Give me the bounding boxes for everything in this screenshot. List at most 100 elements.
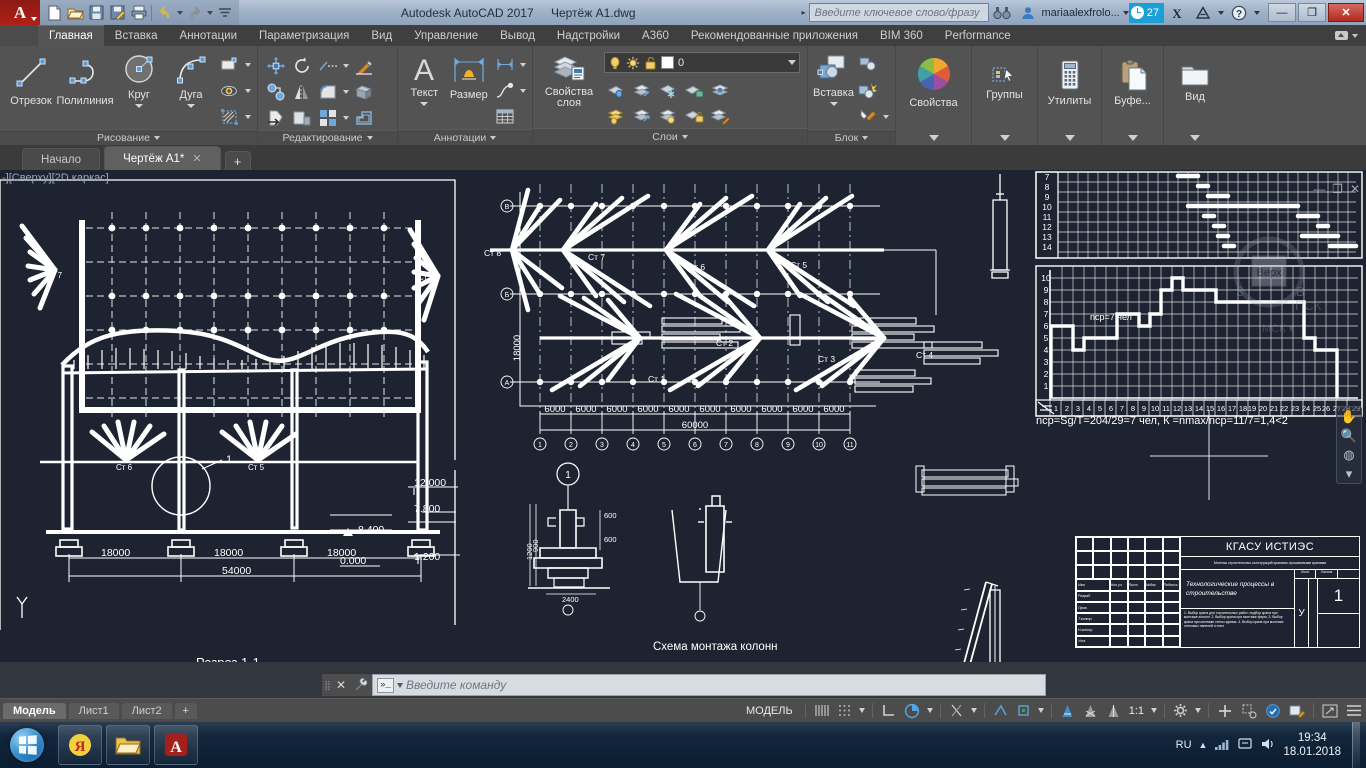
view-button[interactable]: Вид — [1169, 58, 1221, 103]
tab-view[interactable]: Вид — [360, 25, 403, 46]
fillet-flyout[interactable] — [341, 79, 350, 104]
layout-tab-sheet1[interactable]: Лист1 — [68, 702, 119, 719]
panel-title-block[interactable]: Блок — [808, 129, 895, 145]
close-icon[interactable]: ✕ — [332, 674, 350, 696]
mirror-icon[interactable] — [289, 79, 314, 104]
attribute-flyout[interactable] — [881, 104, 890, 129]
clipboard-button[interactable]: Буфе... — [1107, 56, 1158, 107]
file-tab-start[interactable]: Начало — [22, 148, 101, 170]
clean-screen-icon[interactable] — [1285, 701, 1309, 721]
network-icon[interactable] — [1214, 737, 1231, 754]
drawing-canvas[interactable]: Ст 7 Ст 1 Ст 6 Ст 5 1 18000 18000 18000 … — [0, 170, 1366, 662]
pan-hand-icon[interactable]: ✋ — [1341, 410, 1357, 423]
trim-flyout[interactable] — [341, 53, 350, 78]
toolbar-lock-icon[interactable] — [1213, 701, 1237, 721]
open-icon[interactable] — [65, 2, 86, 23]
clock[interactable]: 19:34 18.01.2018 — [1283, 731, 1345, 759]
polyline-button[interactable]: Полилиния — [56, 50, 114, 107]
panel-title-modify[interactable]: Редактирование — [258, 130, 397, 145]
minimize-icon[interactable]: — — [1313, 182, 1325, 196]
maximize-viewport-icon[interactable] — [1318, 701, 1342, 721]
properties-button[interactable]: Свойства — [901, 50, 966, 109]
application-menu-button[interactable]: A — [0, 0, 40, 25]
chevron-down-icon[interactable] — [829, 102, 838, 106]
isolate-objects-icon[interactable] — [1237, 701, 1261, 721]
array-flyout[interactable] — [341, 105, 350, 130]
tab-annotate[interactable]: Аннотации — [169, 25, 248, 46]
add-layout-button[interactable]: + — [174, 702, 197, 719]
trim-icon[interactable] — [315, 53, 340, 78]
ribbon-minimize-control[interactable] — [1327, 25, 1366, 46]
viewport-window-controls[interactable]: — ❐ ✕ — [1313, 182, 1360, 196]
explode-icon[interactable] — [351, 105, 376, 130]
chevron-down-icon[interactable] — [397, 682, 403, 688]
file-tab-drawing-a1[interactable]: Чертёж A1* ✕ — [104, 146, 221, 170]
close-icon[interactable]: ✕ — [1350, 182, 1360, 196]
new-tab-button[interactable]: + — [224, 151, 251, 170]
layer-on-icon[interactable] — [604, 103, 629, 128]
hatch-flyout[interactable] — [243, 104, 252, 129]
edit-attribute-icon[interactable] — [855, 104, 880, 129]
leader-flyout[interactable] — [518, 78, 527, 103]
chevron-down-icon[interactable] — [420, 102, 429, 106]
tab-bim360[interactable]: BIM 360 — [869, 25, 934, 46]
restore-icon[interactable]: ❐ — [1332, 182, 1343, 196]
polygon-icon[interactable] — [217, 78, 242, 103]
utilities-button[interactable]: Утилиты — [1043, 56, 1096, 107]
polar-tracking-icon[interactable] — [900, 701, 924, 721]
layout-tab-sheet2[interactable]: Лист2 — [121, 702, 172, 719]
layer-make-current-icon[interactable] — [708, 78, 733, 103]
workspace-switch-icon[interactable] — [1169, 701, 1192, 721]
panel-expand-utilities[interactable] — [1038, 130, 1101, 145]
panel-expand-groups[interactable] — [972, 130, 1037, 145]
tab-performance[interactable]: Performance — [934, 25, 1022, 46]
navigation-bar[interactable]: ✋ 🔍 ◍ ▾ — [1336, 406, 1362, 484]
tab-a360[interactable]: А360 — [631, 25, 680, 46]
autodesk-a360-icon[interactable] — [1190, 2, 1216, 24]
object-snap-3d-icon[interactable] — [1012, 701, 1035, 721]
start-button[interactable] — [0, 722, 54, 768]
object-snap-icon[interactable] — [989, 701, 1012, 721]
panel-title-draw[interactable]: Рисование — [0, 129, 257, 145]
scale-icon[interactable] — [289, 105, 314, 130]
command-line[interactable]: ⣿ ✕ »_ Введите команду — [322, 674, 1046, 696]
isodraft-dropdown[interactable] — [968, 701, 980, 721]
rectangle-flyout[interactable] — [243, 52, 252, 77]
annotation-scale[interactable]: 1:1 — [1125, 701, 1148, 721]
panel-expand-view[interactable] — [1164, 130, 1226, 145]
save-as-icon[interactable] — [107, 2, 128, 23]
restore-button[interactable]: ❐ — [1298, 3, 1326, 22]
drag-handle[interactable]: ⣿ — [322, 674, 332, 696]
dim-flyout[interactable] — [518, 52, 527, 77]
edit-block-icon[interactable] — [855, 78, 880, 103]
layer-control-combo[interactable]: 0 — [604, 52, 800, 73]
isometric-draft-icon[interactable] — [945, 701, 968, 721]
tab-home[interactable]: Главная — [38, 25, 104, 46]
help-dropdown[interactable] — [1252, 2, 1262, 24]
match-properties-icon[interactable] — [351, 53, 376, 78]
panel-title-layers[interactable]: Слои — [533, 128, 807, 145]
scale-dropdown[interactable] — [1148, 701, 1160, 721]
layer-lock-icon[interactable] — [682, 78, 707, 103]
action-center-icon[interactable] — [1238, 737, 1253, 754]
hatch-icon[interactable] — [217, 104, 242, 129]
autoscale-icon[interactable] — [1079, 701, 1102, 721]
arc-button[interactable]: Дуга — [165, 50, 217, 108]
orbit-icon[interactable]: ◍ — [1343, 448, 1354, 461]
insert-block-button[interactable]: Вставка — [813, 50, 854, 106]
layer-match-icon[interactable] — [708, 103, 733, 128]
layer-freeze-icon[interactable] — [656, 78, 681, 103]
stretch-icon[interactable] — [263, 105, 288, 130]
customization-icon[interactable] — [1342, 701, 1366, 721]
tab-addins[interactable]: Надстройки — [546, 25, 631, 46]
panel-title-annotation[interactable]: Аннотации — [398, 129, 532, 145]
save-icon[interactable] — [86, 2, 107, 23]
table-icon[interactable] — [492, 104, 517, 129]
3d-array-icon[interactable] — [351, 79, 376, 104]
viewport-label[interactable]: -][Сверху][2D каркас] — [2, 172, 109, 184]
layer-unlock-icon[interactable] — [682, 103, 707, 128]
panel-expand-clipboard[interactable] — [1102, 130, 1163, 145]
redo-dropdown[interactable] — [205, 2, 214, 23]
model-paper-toggle[interactable]: МОДЕЛЬ — [738, 701, 801, 721]
command-settings-icon[interactable] — [350, 674, 372, 696]
